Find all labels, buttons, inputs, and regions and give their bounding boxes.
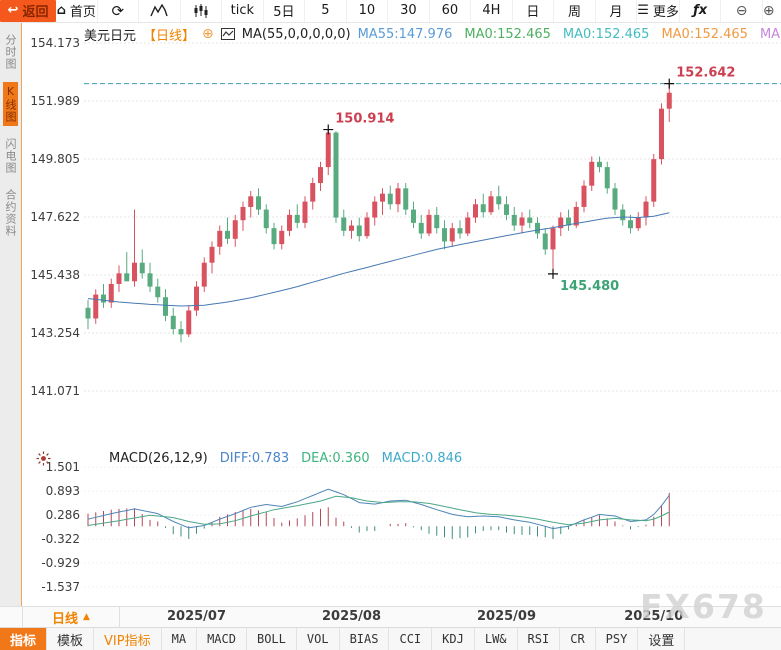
refresh-icon: ⟳ bbox=[111, 2, 124, 20]
tab-macd[interactable]: MACD bbox=[197, 628, 247, 650]
menu-icon: ☰ bbox=[637, 3, 649, 18]
home-label: 首页 bbox=[70, 1, 96, 20]
sidebar-item-K线图[interactable]: K线图 bbox=[3, 82, 18, 126]
period-button-5[interactable]: 5 bbox=[305, 0, 347, 22]
candlestick-chart-canvas[interactable]: 154.173 151.989 149.805 147.622 145.438 143.2… bbox=[22, 38, 781, 606]
period-button-60[interactable]: 60 bbox=[430, 0, 472, 22]
svg-text:141.071: 141.071 bbox=[30, 384, 80, 398]
svg-text:150.914: 150.914 bbox=[335, 111, 394, 126]
sidebar-item-分时图[interactable]: 分时图 bbox=[3, 31, 18, 73]
back-button[interactable]: ↩ 返回 bbox=[0, 0, 56, 22]
fx678-chart-app: ↩ 返回 ⌂ 首页 ⟳ tick 5日51030604H日周月 ☰ bbox=[0, 0, 781, 650]
home-icon: ⌂ bbox=[57, 3, 66, 18]
svg-text:154.173: 154.173 bbox=[30, 38, 80, 50]
macd-diff-value: DIFF:0.783 bbox=[220, 451, 289, 466]
svg-text:143.254: 143.254 bbox=[30, 326, 80, 340]
home-button[interactable]: ⌂ 首页 bbox=[56, 0, 98, 22]
sidebar-item-闪电图[interactable]: 闪电图 bbox=[3, 135, 18, 177]
macd-macd-value: MACD:0.846 bbox=[382, 451, 463, 466]
chart-area: 美元日元 【日线】 ⊕ MA(55,0,0,0,0,0) MA55:147.97… bbox=[22, 23, 781, 606]
macd-formula: MACD(26,12,9) bbox=[109, 451, 208, 466]
tab-cr[interactable]: CR bbox=[560, 628, 595, 650]
back-arrow-icon: ↩ bbox=[8, 3, 19, 18]
tab-模板[interactable]: 模板 bbox=[47, 628, 94, 650]
x-axis-label-2025/10: 2025/10 bbox=[624, 609, 683, 624]
svg-text:147.622: 147.622 bbox=[30, 210, 80, 224]
refresh-button[interactable]: ⟳ bbox=[98, 0, 140, 22]
svg-text:145.480: 145.480 bbox=[560, 279, 619, 294]
tab-bias[interactable]: BIAS bbox=[340, 628, 390, 650]
macd-header: MACD(26,12,9) DIFF:0.783 DEA:0.360 MACD:… bbox=[22, 449, 462, 469]
tab-ma[interactable]: MA bbox=[162, 628, 197, 650]
tab-rsi[interactable]: RSI bbox=[518, 628, 561, 650]
tab-vol[interactable]: VOL bbox=[297, 628, 340, 650]
x-axis-strip: 日线 ▲ 2025/07 2025/08 2025/09 2025/10 bbox=[0, 606, 781, 627]
tab-kdj[interactable]: KDJ bbox=[432, 628, 475, 650]
fx-icon: ƒx bbox=[693, 3, 707, 18]
x-axis-label-2025/07: 2025/07 bbox=[167, 609, 226, 624]
svg-text:-1.537: -1.537 bbox=[41, 580, 80, 594]
period-button-日[interactable]: 日 bbox=[513, 0, 555, 22]
tab-psy[interactable]: PSY bbox=[596, 628, 639, 650]
top-toolbar: ↩ 返回 ⌂ 首页 ⟳ tick 5日51030604H日周月 ☰ bbox=[0, 0, 781, 23]
period-button-月[interactable]: 月 bbox=[596, 0, 638, 22]
back-label: 返回 bbox=[22, 1, 48, 20]
formula-button[interactable]: ƒx bbox=[680, 0, 722, 22]
indicator-tabbar: 指标模板VIP指标MAMACDBOLLVOLBIASCCIKDJLW&RSICR… bbox=[0, 627, 781, 650]
period-button-10[interactable]: 10 bbox=[347, 0, 389, 22]
area-chart-icon bbox=[150, 4, 168, 17]
svg-text:-0.929: -0.929 bbox=[41, 556, 80, 570]
tab-boll[interactable]: BOLL bbox=[247, 628, 297, 650]
tab-vip指标[interactable]: VIP指标 bbox=[94, 628, 162, 650]
zoom-out-icon: ⊖ bbox=[736, 3, 748, 19]
tab-cci[interactable]: CCI bbox=[389, 628, 432, 650]
period-button-周[interactable]: 周 bbox=[554, 0, 596, 22]
svg-text:145.438: 145.438 bbox=[30, 268, 80, 282]
x-axis-label-2025/08: 2025/08 bbox=[322, 609, 381, 624]
more-button[interactable]: ☰ 更多 bbox=[637, 0, 680, 22]
period-button-30[interactable]: 30 bbox=[388, 0, 430, 22]
period-selector-dropdown[interactable]: 日线 ▲ bbox=[22, 607, 120, 627]
period-selector-label: 日线 bbox=[52, 608, 78, 627]
tick-label: tick bbox=[231, 3, 254, 18]
svg-text:-0.322: -0.322 bbox=[41, 532, 80, 546]
candlestick-type-button[interactable] bbox=[181, 0, 223, 22]
x-axis-label-2025/09: 2025/09 bbox=[477, 609, 536, 624]
macd-dea-value: DEA:0.360 bbox=[301, 451, 370, 466]
tab-设置[interactable]: 设置 bbox=[638, 628, 685, 650]
svg-text:149.805: 149.805 bbox=[30, 152, 80, 166]
svg-text:0.286: 0.286 bbox=[46, 508, 80, 522]
more-label: 更多 bbox=[653, 1, 679, 20]
area-chart-type-button[interactable] bbox=[139, 0, 181, 22]
tick-period-button[interactable]: tick bbox=[222, 0, 264, 22]
zoom-out-button[interactable]: ⊖ bbox=[721, 0, 763, 22]
candlestick-icon bbox=[193, 4, 209, 18]
period-button-4H[interactable]: 4H bbox=[471, 0, 513, 22]
tab-指标[interactable]: 指标 bbox=[0, 628, 47, 650]
period-button-5日[interactable]: 5日 bbox=[264, 0, 306, 22]
indicator-settings-icon[interactable] bbox=[36, 451, 51, 466]
triangle-up-icon: ▲ bbox=[83, 612, 90, 622]
sidebar-item-合约资料[interactable]: 合约资料 bbox=[3, 186, 18, 240]
svg-text:152.642: 152.642 bbox=[676, 66, 735, 81]
svg-text:0.893: 0.893 bbox=[46, 484, 80, 498]
zoom-in-icon: ⊕ bbox=[763, 3, 775, 19]
svg-text:151.989: 151.989 bbox=[30, 94, 80, 108]
tab-lw&[interactable]: LW& bbox=[475, 628, 518, 650]
left-sidebar: 分时图 K线图闪电图合约资料 bbox=[0, 23, 22, 606]
main-row: 分时图 K线图闪电图合约资料 美元日元 【日线】 ⊕ MA(55,0,0,0,0,… bbox=[0, 23, 781, 606]
zoom-in-button[interactable]: ⊕ bbox=[763, 0, 781, 22]
